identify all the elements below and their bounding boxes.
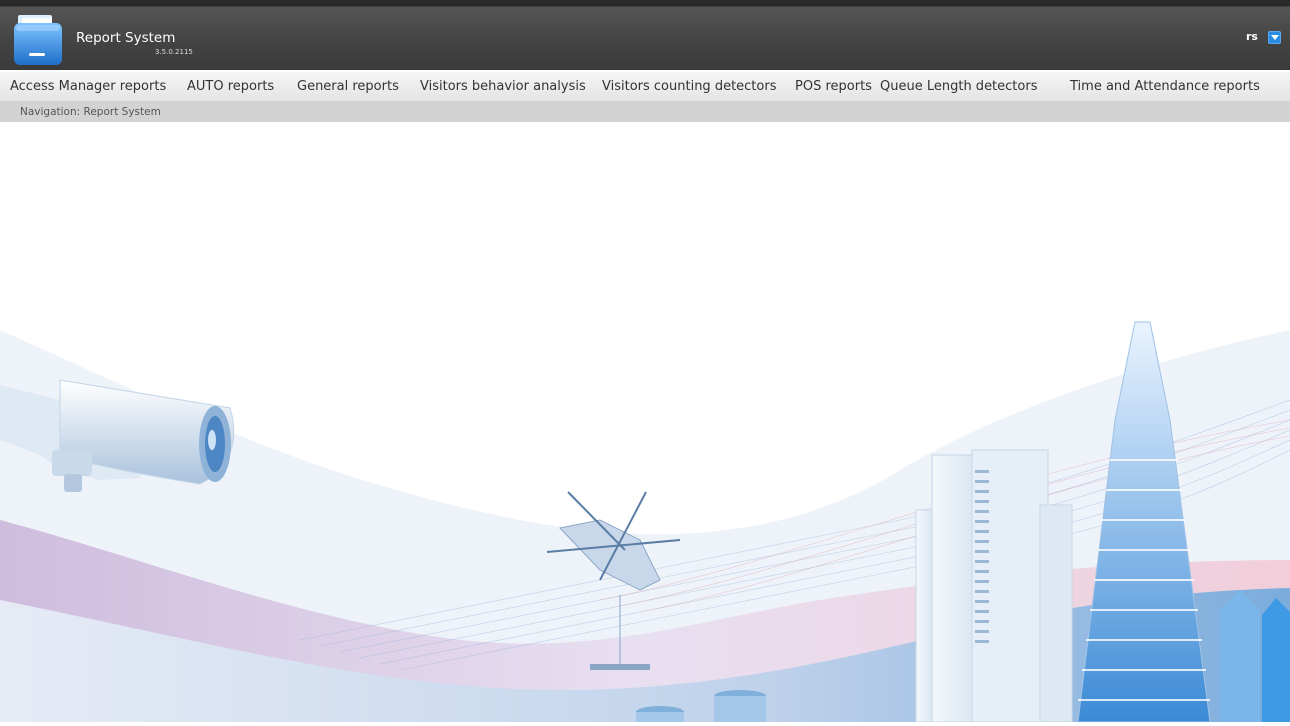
- app-version: 3.5.0.2115: [155, 48, 193, 56]
- breadcrumb-label: Navigation: Report System: [20, 106, 161, 118]
- menu-general-reports[interactable]: General reports: [297, 72, 399, 101]
- menu-visitors-counting-detectors[interactable]: Visitors counting detectors: [602, 72, 776, 101]
- user-name[interactable]: rs: [1246, 30, 1258, 44]
- menu-visitors-behavior-analysis[interactable]: Visitors behavior analysis: [420, 72, 586, 101]
- menu-time-attendance-reports[interactable]: Time and Attendance reports: [1070, 72, 1260, 101]
- app-header: Report System 3.5.0.2115 rs: [0, 0, 1290, 70]
- menu-auto-reports[interactable]: AUTO reports: [187, 72, 274, 101]
- menu-pos-reports[interactable]: POS reports: [795, 72, 872, 101]
- hero-illustration: [0, 122, 1290, 723]
- user-menu-button[interactable]: [1268, 31, 1281, 44]
- chevron-down-icon: [1271, 35, 1279, 40]
- menu-access-manager-reports[interactable]: Access Manager reports: [10, 72, 166, 101]
- menu-queue-length-detectors[interactable]: Queue Length detectors: [880, 72, 1037, 101]
- app-title: Report System: [76, 30, 176, 46]
- folder-icon[interactable]: [14, 13, 62, 65]
- breadcrumb: Navigation: Report System: [0, 102, 1290, 122]
- main-menu: Access Manager reports AUTO reports Gene…: [0, 72, 1290, 102]
